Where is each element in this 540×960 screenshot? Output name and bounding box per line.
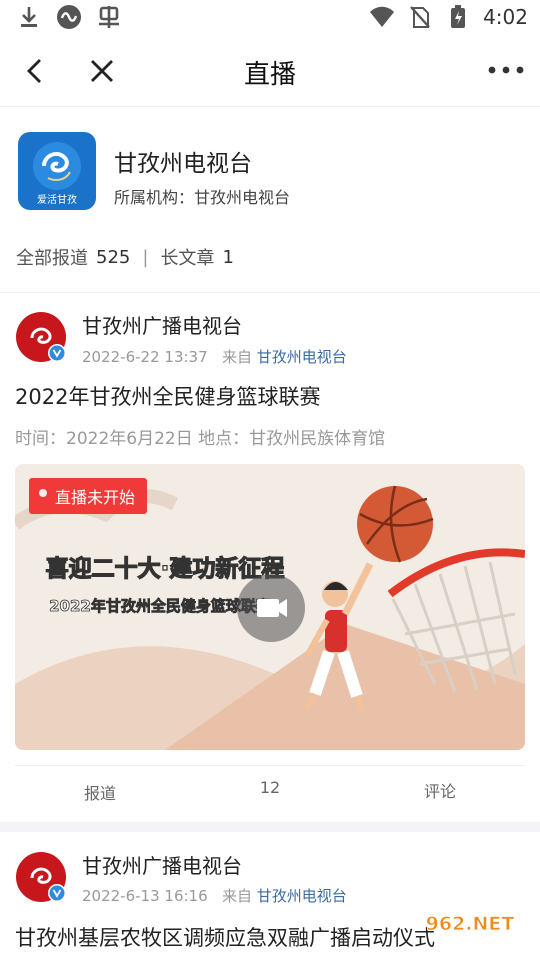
avatar[interactable] bbox=[16, 852, 66, 902]
post-title[interactable]: 甘孜州基层农牧区调频应急双融广播启动仪式 bbox=[15, 922, 435, 952]
live-cover-image[interactable]: 喜迎二十大·建功新征程 2022年甘孜州全民健身篮球联赛 直播未开始 bbox=[15, 464, 525, 750]
svg-text:乐游网: 乐游网 bbox=[469, 937, 511, 954]
live-status-badge: 直播未开始 bbox=[29, 478, 148, 514]
play-button[interactable] bbox=[237, 574, 305, 642]
more-button[interactable] bbox=[486, 60, 526, 80]
report-action[interactable]: 报道 bbox=[15, 766, 185, 818]
page-title: 直播 bbox=[243, 60, 296, 90]
post-meta: 2022-6-22 13:37 来自 甘孜州电视台 bbox=[82, 346, 347, 367]
loop-app-icon bbox=[56, 4, 82, 30]
avatar[interactable] bbox=[16, 312, 66, 362]
all-reports-count: 525 bbox=[96, 246, 131, 268]
video-camera-icon bbox=[257, 599, 287, 617]
bug-app-icon bbox=[96, 4, 122, 30]
comment-action[interactable]: 评论 bbox=[355, 766, 525, 818]
status-bar: 4:02 bbox=[0, 0, 540, 36]
post-datetime: 2022-6-22 13:37 bbox=[82, 348, 208, 366]
all-reports-label[interactable]: 全部报道 bbox=[16, 244, 88, 270]
nav-bar: 直播 bbox=[0, 36, 540, 107]
long-articles-label[interactable]: 长文章 bbox=[160, 244, 214, 270]
svg-text:爱活甘孜: 爱活甘孜 bbox=[37, 193, 77, 206]
more-dots-icon bbox=[488, 66, 524, 74]
post-meta: 2022-6-13 16:16 来自 甘孜州电视台 bbox=[82, 885, 347, 906]
clock-time: 4:02 bbox=[483, 5, 528, 29]
from-label: 来自 bbox=[221, 887, 252, 905]
wifi-icon bbox=[369, 4, 395, 30]
section-divider bbox=[0, 822, 540, 832]
post-author[interactable]: 甘孜州广播电视台 bbox=[82, 310, 242, 339]
from-label: 来自 bbox=[221, 348, 252, 366]
feed-post[interactable]: 甘孜州广播电视台 2022-6-22 13:37 来自 甘孜州电视台 2022年… bbox=[0, 292, 540, 822]
battery-icon bbox=[445, 4, 471, 30]
post-actions: 报道 12 评论 bbox=[15, 765, 525, 818]
post-author[interactable]: 甘孜州广播电视台 bbox=[82, 850, 242, 879]
post-title[interactable]: 2022年甘孜州全民健身篮球联赛 bbox=[15, 381, 320, 411]
post-datetime: 2022-6-13 16:16 bbox=[82, 887, 208, 905]
long-articles-count: 1 bbox=[222, 246, 234, 268]
channel-stats: 全部报道 525 | 长文章 1 bbox=[16, 244, 234, 270]
download-icon bbox=[16, 4, 42, 30]
stats-separator: | bbox=[142, 246, 149, 268]
site-watermark: 962.NET 乐游网 bbox=[400, 910, 534, 955]
channel-logo: 爱活甘孜 bbox=[18, 132, 96, 210]
svg-text:962.NET: 962.NET bbox=[426, 913, 515, 935]
channel-name: 甘孜州电视台 bbox=[114, 151, 252, 177]
live-dot-icon bbox=[39, 489, 47, 497]
report-count[interactable]: 12 bbox=[185, 766, 355, 818]
post-source-link[interactable]: 甘孜州电视台 bbox=[257, 887, 347, 905]
channel-profile: 爱活甘孜 甘孜州电视台 所属机构：甘孜州电视台 全部报道 525 | 长文章 1 bbox=[0, 106, 540, 293]
post-source-link[interactable]: 甘孜州电视台 bbox=[257, 348, 347, 366]
live-status-text: 直播未开始 bbox=[55, 488, 136, 507]
no-sim-icon bbox=[407, 4, 433, 30]
post-info: 时间：2022年6月22日 地点：甘孜州民族体育馆 bbox=[15, 429, 386, 449]
channel-org: 所属机构：甘孜州电视台 bbox=[114, 188, 291, 207]
